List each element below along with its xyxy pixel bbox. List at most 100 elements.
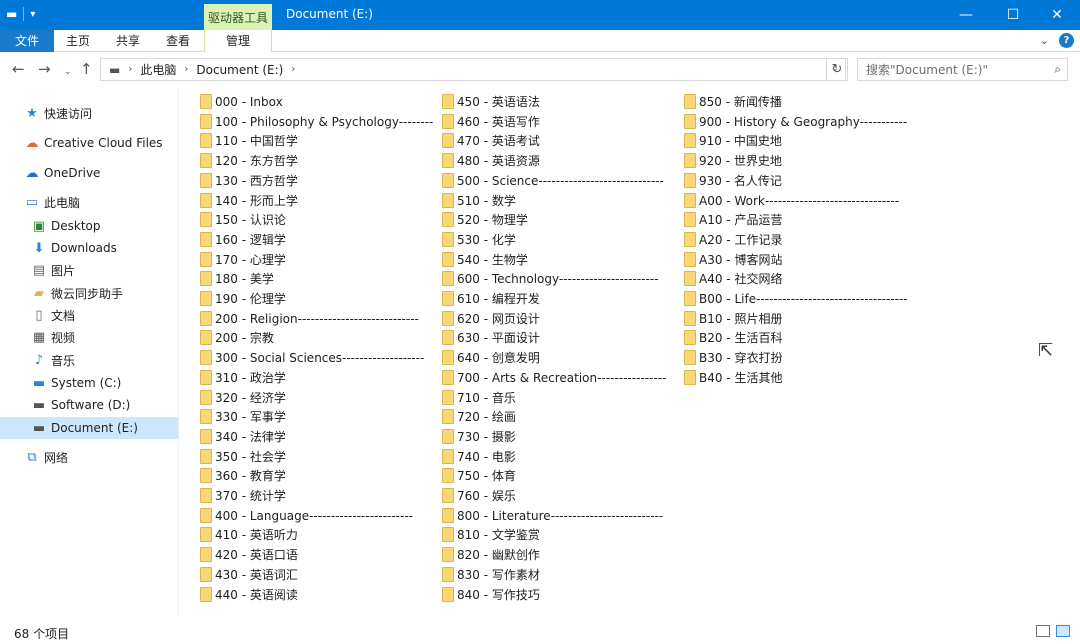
sidebar-item-network[interactable]: ⧉ 网络 [0, 446, 178, 468]
folder-item[interactable]: 160 - 逻辑学 [200, 230, 286, 249]
details-view-button[interactable] [1036, 625, 1050, 637]
up-icon[interactable]: ↑ [80, 61, 93, 77]
folder-item[interactable]: A00 - Work------------------------------… [684, 191, 899, 210]
folder-item[interactable]: 400 - Language------------------------ [200, 506, 413, 525]
folder-item[interactable]: 140 - 形而上学 [200, 191, 298, 210]
folder-item[interactable]: B00 - Life------------------------------… [684, 289, 908, 308]
breadcrumb-document-e[interactable]: Document (E:) [196, 63, 283, 77]
pane-divider[interactable] [178, 88, 179, 616]
folder-item[interactable]: 480 - 英语资源 [442, 151, 540, 170]
folder-item[interactable]: 640 - 创意发明 [442, 348, 540, 367]
folder-item[interactable]: B30 - 穿衣打扮 [684, 348, 782, 367]
folder-item[interactable]: 150 - 认识论 [200, 210, 286, 229]
search-input[interactable]: 搜索"Document (E:)" ⌕ [857, 58, 1068, 81]
sidebar-item-quick-access[interactable]: ★ 快速访问 [0, 102, 178, 124]
folder-item[interactable]: 840 - 写作技巧 [442, 585, 540, 604]
folder-item[interactable]: 930 - 名人传记 [684, 171, 782, 190]
address-bar[interactable]: ▬ › 此电脑 › Document (E:) › ⌄ [100, 58, 846, 81]
folder-item[interactable]: 530 - 化学 [442, 230, 516, 249]
folder-item[interactable]: 310 - 政治学 [200, 368, 286, 387]
folder-item[interactable]: B10 - 照片相册 [684, 309, 782, 328]
tab-home[interactable]: 主页 [58, 30, 98, 52]
chevron-right-icon[interactable]: › [184, 64, 188, 75]
folder-item[interactable]: 440 - 英语阅读 [200, 585, 298, 604]
folder-item[interactable]: 470 - 英语考试 [442, 131, 540, 150]
folder-item[interactable]: 620 - 网页设计 [442, 309, 540, 328]
tab-share[interactable]: 共享 [108, 30, 148, 52]
breadcrumb-this-pc[interactable]: 此电脑 [140, 61, 176, 78]
maximize-button[interactable]: ☐ [990, 0, 1036, 30]
expand-ribbon-icon[interactable]: ⌄ [1040, 34, 1049, 47]
folder-item[interactable]: 500 - Science---------------------------… [442, 171, 664, 190]
folder-item[interactable]: 510 - 数学 [442, 191, 516, 210]
chevron-right-icon[interactable]: › [128, 64, 132, 75]
sidebar-item-downloads[interactable]: ⬇ Downloads [0, 237, 178, 259]
folder-item[interactable]: 850 - 新闻传播 [684, 92, 782, 111]
folder-item[interactable]: 340 - 法律学 [200, 427, 286, 446]
close-button[interactable]: ✕ [1034, 0, 1080, 30]
folder-item[interactable]: 710 - 音乐 [442, 388, 516, 407]
folder-item[interactable]: 520 - 物理学 [442, 210, 528, 229]
sidebar-item-desktop[interactable]: ▣ Desktop [0, 215, 178, 237]
folder-item[interactable]: A20 - 工作记录 [684, 230, 782, 249]
chevron-right-icon[interactable]: › [291, 64, 295, 75]
sidebar-item-creative-cloud[interactable]: ☁ Creative Cloud Files [0, 132, 178, 154]
folder-item[interactable]: B20 - 生活百科 [684, 328, 782, 347]
folder-item[interactable]: 410 - 英语听力 [200, 525, 298, 544]
folder-item[interactable]: 110 - 中国哲学 [200, 131, 298, 150]
folder-item[interactable]: 450 - 英语语法 [442, 92, 540, 111]
refresh-button[interactable]: ↻ [826, 58, 848, 81]
folder-item[interactable]: 120 - 东方哲学 [200, 151, 298, 170]
folder-item[interactable]: 000 - Inbox [200, 92, 283, 111]
sidebar-item-onedrive[interactable]: ☁ OneDrive [0, 162, 178, 184]
folder-item[interactable]: 720 - 绘画 [442, 407, 516, 426]
folder-item[interactable]: 100 - Philosophy & Psychology-------- [200, 112, 433, 131]
folder-item[interactable]: 800 - Literature------------------------… [442, 506, 663, 525]
folder-item[interactable]: 760 - 娱乐 [442, 486, 516, 505]
search-icon[interactable]: ⌕ [1054, 62, 1061, 77]
customize-toolbar-icon[interactable]: ▾ [30, 9, 35, 20]
folder-item[interactable]: 600 - Technology----------------------- [442, 269, 658, 288]
folder-item[interactable]: 740 - 电影 [442, 447, 516, 466]
folder-item[interactable]: 610 - 编程开发 [442, 289, 540, 308]
folder-item[interactable]: 460 - 英语写作 [442, 112, 540, 131]
folder-item[interactable]: 810 - 文学鉴赏 [442, 525, 540, 544]
folder-item[interactable]: 200 - Religion--------------------------… [200, 309, 419, 328]
tab-file[interactable]: 文件 [0, 30, 54, 52]
folder-item[interactable]: 430 - 英语词汇 [200, 565, 298, 584]
folder-item[interactable]: 200 - 宗教 [200, 328, 274, 347]
sidebar-item-music[interactable]: ♪ 音乐 [0, 349, 178, 371]
folder-item[interactable]: A10 - 产品运营 [684, 210, 782, 229]
folder-item[interactable]: 900 - History & Geography----------- [684, 112, 907, 131]
folder-item[interactable]: 180 - 美学 [200, 269, 274, 288]
sidebar-item-pictures[interactable]: ▤ 图片 [0, 259, 178, 281]
sidebar-item-weiyun[interactable]: ▰ 微云同步助手 [0, 282, 178, 304]
folder-item[interactable]: 360 - 教育学 [200, 466, 286, 485]
folder-item[interactable]: 700 - Arts & Recreation---------------- [442, 368, 666, 387]
folder-item[interactable]: 130 - 西方哲学 [200, 171, 298, 190]
sidebar-item-software-d[interactable]: ▬ Software (D:) [0, 394, 178, 416]
folder-item[interactable]: 920 - 世界史地 [684, 151, 782, 170]
forward-icon[interactable]: → [38, 61, 51, 77]
folder-item[interactable]: 830 - 写作素材 [442, 565, 540, 584]
folder-item[interactable]: 750 - 体育 [442, 466, 516, 485]
folder-item[interactable]: 330 - 军事学 [200, 407, 286, 426]
folder-item[interactable]: 540 - 生物学 [442, 250, 528, 269]
folder-item[interactable]: 420 - 英语口语 [200, 545, 298, 564]
tab-manage[interactable]: 管理 [204, 30, 272, 52]
sidebar-item-videos[interactable]: ▦ 视频 [0, 326, 178, 348]
folder-item[interactable]: 350 - 社会学 [200, 447, 286, 466]
folder-item[interactable]: B40 - 生活其他 [684, 368, 782, 387]
tab-view[interactable]: 查看 [158, 30, 198, 52]
folder-item[interactable]: 170 - 心理学 [200, 250, 286, 269]
sidebar-item-this-pc[interactable]: ▭ 此电脑 [0, 191, 178, 213]
sidebar-item-documents[interactable]: ▯ 文档 [0, 304, 178, 326]
sidebar-item-document-e[interactable]: ▬ Document (E:) [0, 417, 178, 439]
folder-item[interactable]: 910 - 中国史地 [684, 131, 782, 150]
drive-icon[interactable]: ▬ [6, 7, 17, 21]
back-icon[interactable]: ← [12, 61, 25, 77]
folder-item[interactable]: 630 - 平面设计 [442, 328, 540, 347]
folder-item[interactable]: 300 - Social Sciences------------------- [200, 348, 424, 367]
folder-item[interactable]: 320 - 经济学 [200, 388, 286, 407]
folder-item[interactable]: 730 - 摄影 [442, 427, 516, 446]
